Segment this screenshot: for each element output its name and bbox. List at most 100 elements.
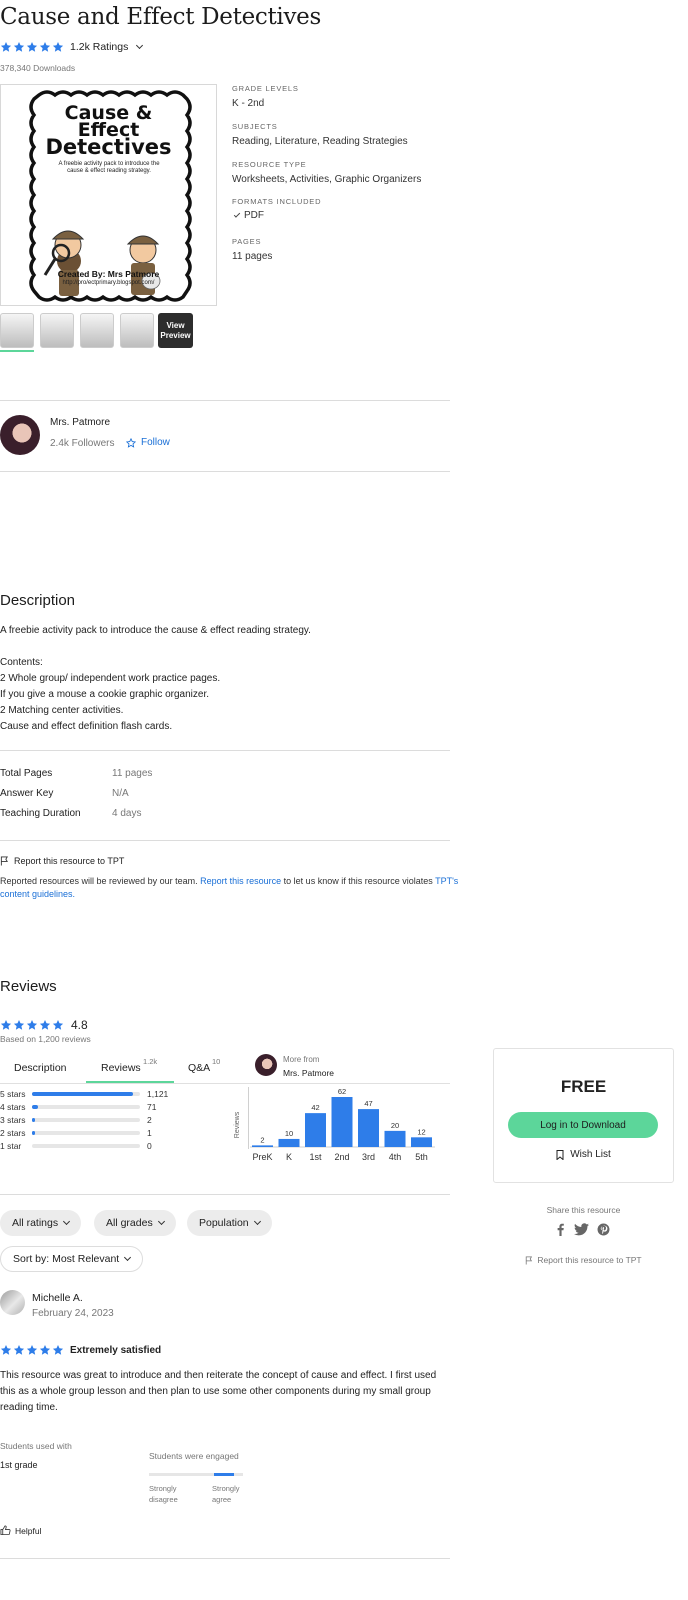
bookmark-icon — [556, 1149, 564, 1160]
follow-button[interactable]: Follow — [126, 437, 170, 448]
sort-dropdown[interactable]: Sort by: Most Relevant — [0, 1246, 144, 1272]
breakdown-bar[interactable] — [32, 1118, 140, 1122]
twitter-icon[interactable] — [574, 1223, 589, 1236]
chart-value-label: 47 — [364, 1099, 372, 1108]
detail-label: SUBJECTS — [232, 122, 278, 131]
more-from-seller[interactable]: Mrs. Patmore — [283, 1068, 334, 1078]
contents-item: If you give a mouse a cookie graphic org… — [0, 689, 210, 700]
preview-thumbnail[interactable] — [0, 313, 34, 348]
reviewer-name: Michelle A. — [32, 1292, 83, 1304]
star-icon — [39, 1020, 51, 1030]
chart-y-label: Reviews — [234, 1111, 241, 1138]
resource-type-value[interactable]: Worksheets, Activities, Graphic Organize… — [232, 174, 421, 185]
spec-label: Teaching Duration — [0, 808, 81, 819]
product-cover-image[interactable]: Cause & Effect Detectives A freebie acti… — [0, 84, 217, 306]
used-with-label: Students used with — [0, 1441, 72, 1451]
login-to-download-button[interactable]: Log in to Download — [508, 1112, 658, 1138]
chart-category-label: 5th — [415, 1152, 428, 1162]
scale-right-label: Strongly agree — [212, 1484, 240, 1504]
flag-icon — [526, 1256, 533, 1264]
grade-levels-value[interactable]: K - 2nd — [232, 98, 264, 109]
breakdown-bar-fill — [32, 1131, 36, 1135]
report-link[interactable]: Report this resource — [200, 876, 281, 886]
facebook-icon[interactable] — [555, 1223, 566, 1236]
chart-bar — [331, 1097, 353, 1147]
review-stars: Extremely satisfied — [0, 1344, 161, 1356]
more-from-avatar[interactable] — [255, 1054, 277, 1076]
engaged-label: Students were engaged — [149, 1451, 239, 1461]
tab-description[interactable]: Description — [14, 1062, 67, 1074]
cover-blog-url: http://pro/ectprimary.blogspot.com/ — [62, 280, 155, 286]
contents-label: Contents: — [0, 657, 43, 668]
sidebar-report-link[interactable]: Report this resource to TPT — [493, 1255, 674, 1265]
ratings-count[interactable]: 1.2k Ratings — [70, 41, 128, 53]
chevron-down-icon — [253, 1217, 261, 1226]
filter-label: All grades — [106, 1217, 153, 1229]
star-icon — [26, 42, 38, 52]
downloads-count: 378,340 Downloads — [0, 63, 76, 73]
breakdown-bar[interactable] — [32, 1092, 140, 1096]
chart-value-label: 62 — [338, 1087, 346, 1096]
chart-value-label: 2 — [260, 1135, 264, 1144]
scale-left-label: Strongly disagree — [149, 1484, 178, 1504]
review-date: February 24, 2023 — [32, 1308, 114, 1319]
filter-all-grades[interactable]: All grades — [94, 1210, 176, 1236]
star-icon — [0, 42, 12, 52]
preview-thumbnail[interactable] — [40, 313, 74, 348]
cover-title-line: Detectives — [45, 135, 172, 159]
breakdown-bar[interactable] — [32, 1131, 140, 1135]
thumbnail-selected-indicator — [0, 350, 34, 352]
description-intro: A freebie activity pack to introduce the… — [0, 625, 311, 636]
report-notice: Reported resources will be reviewed by o… — [0, 875, 460, 901]
preview-thumbnail[interactable] — [80, 313, 114, 348]
grade-bar-chart: Reviews 2 PreK 10 K 42 1st 62 2nd 47 3rd 20 4th 12 5t… — [234, 1087, 435, 1162]
spec-label: Answer Key — [0, 788, 54, 799]
tab-qa[interactable]: Q&A — [188, 1062, 210, 1074]
helpful-label: Helpful — [15, 1525, 42, 1536]
report-title: Report this resource to TPT — [14, 856, 125, 866]
tab-reviews-count: 1.2k — [143, 1057, 158, 1066]
breakdown-count: 1 — [147, 1128, 152, 1138]
report-text: Reported resources will be reviewed by o… — [0, 876, 198, 886]
view-preview-button[interactable]: View Preview — [158, 313, 193, 348]
breakdown-label[interactable]: 5 stars — [0, 1089, 26, 1099]
subjects-value[interactable]: Reading, Literature, Reading Strategies — [232, 136, 408, 147]
seller-name[interactable]: Mrs. Patmore — [50, 417, 110, 428]
wish-list-button[interactable]: Wish List — [493, 1149, 674, 1160]
helpful-button[interactable]: Helpful — [0, 1525, 41, 1536]
report-resource-link[interactable]: Report this resource to TPT — [0, 856, 124, 866]
filter-label: Population — [199, 1217, 249, 1229]
seller-avatar[interactable] — [0, 415, 40, 455]
breakdown-count: 1,121 — [147, 1089, 169, 1099]
chevron-down-icon[interactable] — [136, 41, 144, 50]
breakdown-bar[interactable] — [32, 1105, 140, 1109]
breakdown-bar-fill — [32, 1105, 39, 1109]
breakdown-count: 0 — [147, 1141, 152, 1151]
chart-bar — [411, 1137, 432, 1147]
detail-label: RESOURCE TYPE — [232, 160, 307, 169]
pinterest-icon[interactable] — [597, 1223, 610, 1236]
section-tab-bar — [0, 1050, 450, 1084]
based-on-count: Based on 1,200 reviews — [0, 1034, 91, 1044]
preview-thumbnail[interactable] — [120, 313, 154, 348]
star-outline-icon — [126, 437, 136, 448]
star-icon — [26, 1345, 38, 1355]
breakdown-label[interactable]: 1 star — [0, 1141, 21, 1151]
tab-reviews[interactable]: Reviews — [101, 1062, 141, 1074]
chart-value-label: 12 — [417, 1127, 425, 1136]
description-heading: Description — [0, 592, 76, 609]
breakdown-bar[interactable] — [32, 1144, 140, 1148]
average-rating-stars: 4.8 — [0, 1018, 88, 1032]
breakdown-label[interactable]: 2 stars — [0, 1128, 26, 1138]
used-with-value: 1st grade — [0, 1460, 38, 1470]
chart-category-label: 3rd — [362, 1152, 375, 1162]
filter-population[interactable]: Population — [187, 1210, 272, 1236]
price: FREE — [560, 1077, 607, 1096]
divider — [0, 400, 450, 401]
filter-all-ratings[interactable]: All ratings — [0, 1210, 82, 1236]
breakdown-label[interactable]: 4 stars — [0, 1102, 26, 1112]
breakdown-label[interactable]: 3 stars — [0, 1115, 26, 1125]
star-icon — [13, 1345, 25, 1355]
cover-created-by: Created By: Mrs Patmore — [57, 269, 160, 279]
seller-followers: 2.4k Followers — [50, 438, 115, 449]
